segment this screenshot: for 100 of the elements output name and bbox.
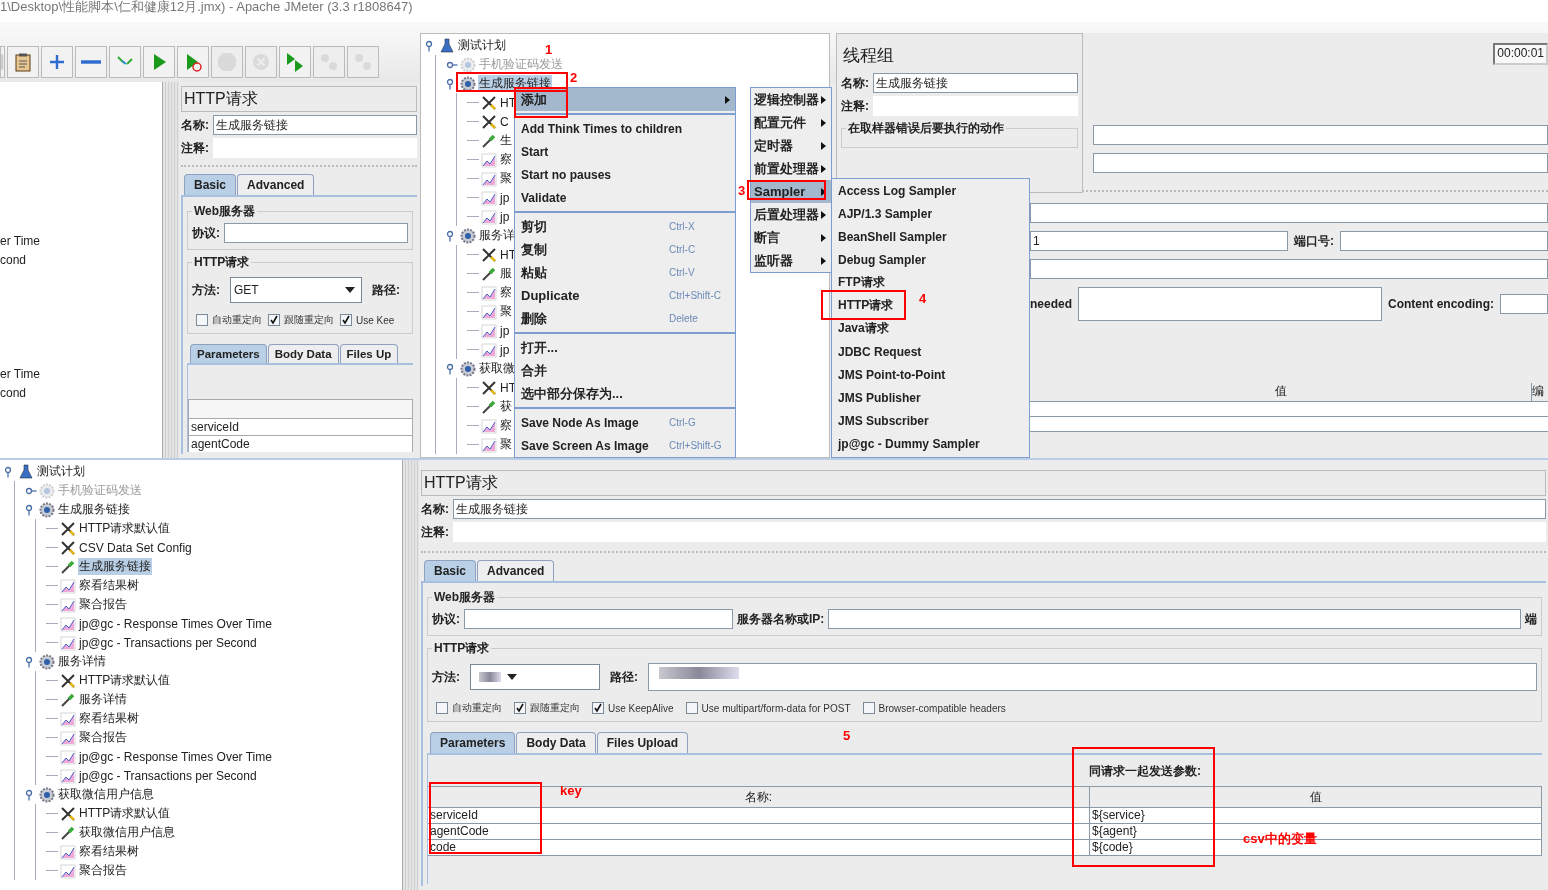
menu-item[interactable]: 打开... (515, 336, 735, 359)
menu-item[interactable]: Start no pauses (515, 163, 735, 186)
tree-item[interactable]: jp@gc - Transactions per Second (78, 768, 258, 783)
tab[interactable]: Body Data (516, 732, 596, 753)
menu-item[interactable]: JMS Publisher (832, 386, 927, 409)
tree-item[interactable]: 生 (499, 132, 513, 149)
menu-item[interactable]: Save Screen As Image Ctrl+Shift-G (515, 434, 735, 457)
tree-item[interactable]: HTTP请求默认值 (78, 805, 172, 822)
menu-item[interactable]: AJP/1.3 Sampler (832, 202, 939, 225)
tree-item[interactable]: 测试计划 (457, 37, 507, 54)
checkbox[interactable] (268, 314, 280, 326)
tab[interactable]: Advanced (237, 174, 315, 195)
protocol-field[interactable] (224, 223, 408, 243)
menu-item[interactable]: Java请求 (832, 317, 895, 340)
tree-item[interactable]: 服务详情 (57, 653, 107, 670)
menu-item[interactable]: 配置元件 (751, 111, 831, 134)
menu-item[interactable]: Duplicate Ctrl+Shift-C (515, 284, 735, 307)
toolbar-button[interactable] (41, 46, 73, 78)
toolbar-button[interactable] (143, 46, 175, 78)
tree-item[interactable]: 获 (499, 398, 513, 415)
toolbar-button[interactable] (177, 46, 209, 78)
tab[interactable]: Basic (184, 174, 237, 195)
menu-item[interactable]: JDBC Request (832, 340, 928, 363)
checkbox[interactable] (514, 702, 526, 714)
menu-item[interactable]: 添加 (515, 88, 735, 111)
encoding-field[interactable] (1500, 294, 1548, 314)
menu-item[interactable]: Access Log Sampler (832, 179, 963, 202)
checkbox[interactable] (862, 702, 875, 714)
tree-item[interactable]: 获取微 (478, 360, 516, 377)
tree-item[interactable]: 获取微信用户信息 (78, 824, 176, 841)
tree-item[interactable]: 察看结果树 (78, 843, 140, 860)
menu-item[interactable]: 断言 (751, 226, 831, 249)
menu-item[interactable]: 前置处理器 (751, 157, 831, 180)
tab[interactable]: Parameters (430, 732, 516, 753)
server-field[interactable] (828, 609, 1521, 629)
toolbar-button[interactable] (75, 46, 107, 78)
tree-item[interactable]: HTTP请求默认值 (78, 520, 172, 537)
menu-item[interactable]: jp@gc - Dummy Sampler (832, 432, 986, 455)
tree-item[interactable]: 聚合报告 (78, 862, 128, 879)
toolbar-button[interactable] (7, 46, 39, 78)
text-field[interactable] (1030, 203, 1548, 223)
tree-item[interactable]: er Time (0, 232, 162, 251)
tree-item[interactable]: 服 (499, 265, 513, 282)
tree-item[interactable]: cond (0, 384, 162, 403)
method-dropdown[interactable]: GET (230, 277, 362, 303)
tree-item[interactable]: jp@gc - Transactions per Second (78, 635, 258, 650)
menu-item[interactable]: 监听器 (751, 249, 831, 272)
menu-item[interactable]: 后置处理器 (751, 203, 831, 226)
toolbar-button[interactable] (109, 46, 141, 78)
checkbox[interactable] (592, 702, 604, 714)
tree-item[interactable]: 聚合报告 (78, 729, 128, 746)
menu-item[interactable]: 复制 Ctrl-C (515, 238, 735, 261)
tree-item[interactable]: C (499, 114, 510, 129)
tree-item[interactable]: jp (499, 323, 511, 338)
tab[interactable]: Parameters (190, 344, 267, 363)
tree-item[interactable]: jp (499, 209, 511, 224)
tab[interactable]: Files Up (339, 344, 399, 363)
tree-item[interactable]: CSV Data Set Config (78, 540, 193, 555)
menu-item[interactable]: 逻辑控制器 (751, 88, 831, 111)
menu-item[interactable]: Save Node As Image Ctrl-G (515, 411, 735, 434)
tree-item[interactable]: 服务详情 (78, 691, 128, 708)
tree-item[interactable]: HTTP请求默认值 (78, 672, 172, 689)
tree-item[interactable]: jp (499, 190, 511, 205)
tree-item[interactable]: jp@gc - Response Times Over Time (78, 749, 273, 764)
tree-item[interactable]: 察 (499, 284, 513, 301)
text-area[interactable] (1078, 287, 1382, 321)
tree-item[interactable]: 聚 (499, 170, 513, 187)
menu-item[interactable]: BeanShell Sampler (832, 225, 953, 248)
tree-item[interactable]: 获取微信用户信息 (57, 786, 155, 803)
tree-item[interactable]: 生成服务链接 (78, 558, 152, 575)
name-field[interactable]: 生成服务链接 (453, 499, 1546, 519)
name-field[interactable]: 生成服务链接 (873, 73, 1078, 93)
method-dropdown[interactable] (470, 664, 600, 690)
tab[interactable]: Advanced (477, 560, 555, 581)
tree-item[interactable]: 察看结果树 (78, 577, 140, 594)
text-field[interactable] (1030, 259, 1548, 279)
text-field[interactable] (1093, 125, 1548, 145)
name-field[interactable]: 生成服务链接 (213, 115, 417, 135)
text-field[interactable]: 1 (1030, 231, 1288, 251)
checkbox[interactable] (685, 702, 698, 714)
menu-item[interactable]: Debug Sampler (832, 248, 933, 271)
menu-item[interactable]: 删除 Delete (515, 307, 735, 330)
toolbar-button[interactable] (279, 46, 311, 78)
menu-item[interactable]: JMS Point-to-Point (832, 363, 952, 386)
menu-item[interactable]: FTP请求 (832, 271, 891, 294)
checkbox[interactable] (196, 314, 208, 326)
tree-item[interactable]: 测试计划 (36, 463, 86, 480)
checkbox[interactable] (436, 702, 448, 714)
path-field[interactable] (648, 663, 1537, 691)
menu-item[interactable]: 定时器 (751, 134, 831, 157)
tab[interactable]: Body Data (267, 344, 339, 363)
tree-item[interactable]: 聚合报告 (78, 596, 128, 613)
menu-item[interactable]: Validate (515, 186, 735, 209)
menu-item[interactable]: 剪切 Ctrl-X (515, 215, 735, 238)
tab[interactable]: Files Upload (596, 732, 689, 753)
tree-item[interactable]: 生成服务链接 (57, 501, 131, 518)
tree-item[interactable]: 聚 (499, 436, 513, 453)
protocol-field[interactable] (464, 609, 733, 629)
tree-item[interactable]: 察 (499, 151, 513, 168)
tree-item[interactable]: 聚 (499, 303, 513, 320)
